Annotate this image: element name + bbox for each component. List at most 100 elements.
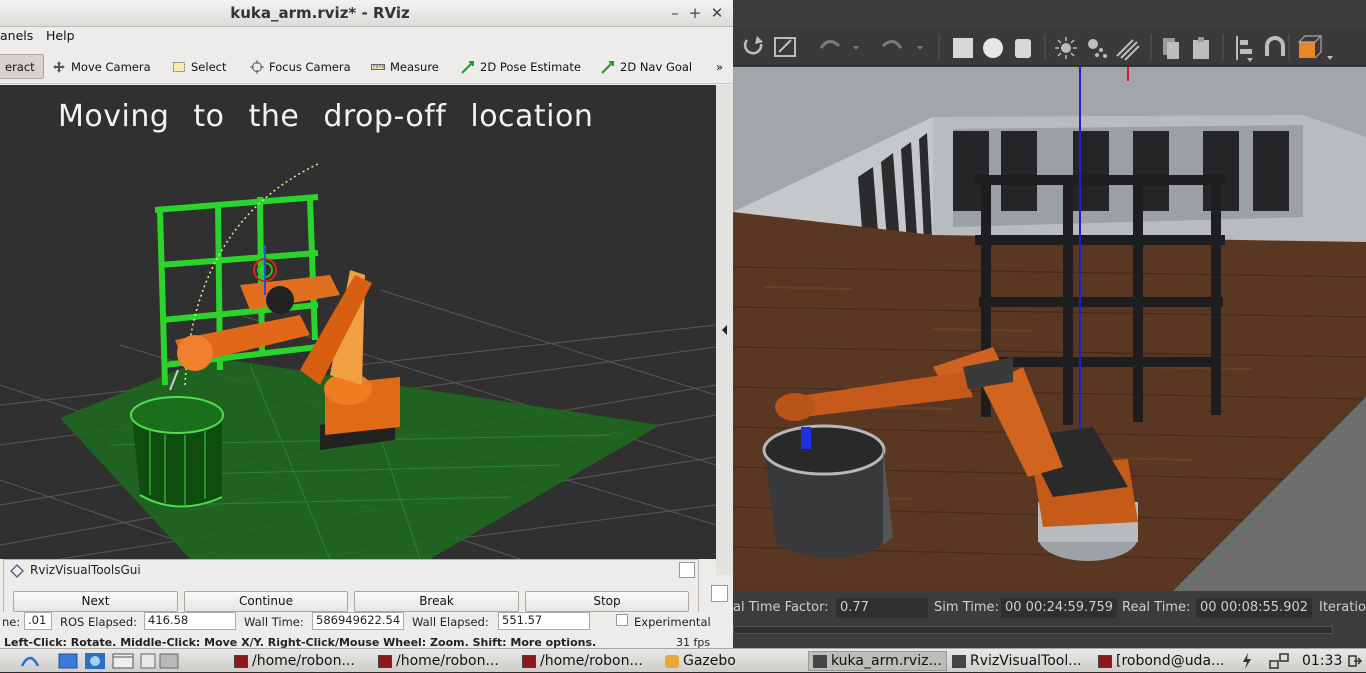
taskbar-item-gazebo[interactable]: Gazebo [665, 651, 736, 671]
tool-label: Measure [390, 59, 439, 74]
more-icon: » [716, 59, 724, 74]
gazebo-3d-scene[interactable] [733, 67, 1366, 591]
rtf-label: al Time Factor: [733, 600, 829, 615]
tool-2d-nav-goal[interactable]: 2D Nav Goal [595, 54, 698, 79]
taskbar-item-terminal-1[interactable]: /home/robon... [234, 651, 355, 671]
window-title: kuka_arm.rviz* - RViz [230, 4, 410, 22]
undo-icon [819, 40, 841, 49]
tool-measure[interactable]: Measure [365, 54, 445, 79]
magnet-icon [1265, 36, 1285, 56]
menu-panels[interactable]: anels [0, 28, 33, 43]
wall-time-field[interactable]: 586949622.54 [312, 612, 404, 630]
continue-button[interactable]: Continue [184, 591, 348, 612]
experimental-label: Experimental [634, 615, 711, 629]
gazebo-icon [665, 654, 679, 668]
panel-float-button[interactable] [679, 562, 695, 578]
tool-label: Select [191, 59, 227, 74]
gazebo-window: al Time Factor: 0.77 Sim Time: 00 00:24:… [733, 0, 1366, 648]
sphere-icon [983, 38, 1003, 58]
tool-label: 2D Nav Goal [620, 59, 693, 74]
launcher-icon[interactable] [140, 653, 180, 669]
pose-estimate-icon [461, 60, 475, 74]
terminal-icon [1098, 654, 1112, 668]
experimental-checkbox[interactable] [616, 614, 628, 626]
rotate-icon [743, 36, 763, 55]
scale-icon [774, 37, 796, 57]
panel-title: RvizVisualToolsGui [30, 563, 141, 577]
gazebo-top-strip [733, 0, 1366, 28]
rviz-status-bar: Left-Click: Rotate. Middle-Click: Move X… [0, 636, 733, 648]
rtf-field: 0.77 [836, 598, 928, 618]
rviz-toolbar: eract Move Camera Select Focus Camera Me… [0, 48, 733, 84]
measure-icon [371, 60, 385, 74]
ros-elapsed-field[interactable]: 416.58 [144, 612, 236, 630]
tool-interact[interactable]: eract [0, 54, 44, 79]
taskbar-label: RvizVisualTool... [970, 653, 1082, 669]
tool-label: 2D Pose Estimate [480, 59, 581, 74]
taskbar-label: Gazebo [683, 653, 736, 669]
point-light-icon [1055, 37, 1077, 59]
fps-counter: 31 fps [672, 636, 711, 648]
copy-icon [1163, 38, 1179, 59]
gazebo-toolbar [733, 28, 1366, 66]
close-icon[interactable]: ✕ [708, 4, 726, 22]
tool-move-camera[interactable]: Move Camera [46, 54, 157, 79]
taskbar-item-terminal-3[interactable]: /home/robon... [522, 651, 643, 671]
taskbar-item-terminal-2[interactable]: /home/robon... [378, 651, 499, 671]
taskbar-item-terminal-4[interactable]: [robond@uda... [1098, 651, 1224, 671]
taskbar-label: /home/robon... [396, 653, 499, 669]
spot-light-icon [1088, 39, 1107, 58]
rviz-icon [952, 654, 966, 668]
taskbar-item-rviz[interactable]: kuka_arm.rviz... [808, 651, 947, 671]
menu-help[interactable]: Help [46, 28, 75, 43]
view-angle-icon [1297, 35, 1333, 60]
mouse-hint-text: Left-Click: Rotate. Middle-Click: Move X… [4, 636, 597, 648]
ros-elapsed-label: ROS Elapsed: [60, 615, 138, 629]
next-button[interactable]: Next [13, 591, 178, 612]
iterations-label: Iteratio [1319, 600, 1366, 615]
panel-close-button[interactable] [711, 585, 728, 602]
window-icon[interactable] [112, 653, 134, 669]
maximize-icon[interactable]: + [686, 4, 704, 22]
cylinder-icon [1015, 39, 1031, 58]
start-menu-icon[interactable] [20, 652, 40, 670]
real-time-field: 00 00:08:55.902 [1196, 598, 1312, 618]
rviz-3d-viewport[interactable]: Moving to the drop-off location [0, 85, 716, 559]
logout-icon[interactable] [1346, 652, 1363, 670]
network-icon[interactable] [1268, 652, 1290, 670]
tool-select[interactable]: Select [166, 54, 232, 79]
wall-elapsed-label: Wall Elapsed: [412, 615, 489, 629]
power-icon[interactable] [1240, 652, 1254, 670]
real-time-label: Real Time: [1122, 600, 1191, 615]
tool-focus-camera[interactable]: Focus Camera [244, 54, 357, 79]
taskbar-item-rviz-visual-tools[interactable]: RvizVisualTool... [952, 651, 1082, 671]
box-icon [953, 38, 973, 58]
nav-goal-icon [601, 60, 615, 74]
time-field[interactable]: .01 [24, 612, 52, 630]
rviz-visual-tools-panel: RvizVisualToolsGui Next Continue Break S… [3, 559, 699, 615]
tool-label: Move Camera [71, 59, 151, 74]
taskbar: /home/robon... /home/robon... /home/robo… [0, 648, 1366, 672]
time-label: ne: [2, 615, 21, 629]
tool-label: Focus Camera [269, 59, 351, 74]
directional-light-icon [1116, 39, 1140, 61]
tool-2d-pose-estimate[interactable]: 2D Pose Estimate [455, 54, 587, 79]
gazebo-status-bar: al Time Factor: 0.77 Sim Time: 00 00:24:… [733, 592, 1366, 648]
rviz-titlebar[interactable]: kuka_arm.rviz* - RViz – + ✕ [0, 0, 733, 27]
taskbar-label: kuka_arm.rviz... [831, 653, 942, 669]
clock[interactable]: 01:33 [1302, 651, 1342, 671]
gazebo-scrollbar[interactable] [733, 626, 1333, 634]
panel-collapse-handle[interactable] [716, 85, 733, 575]
show-desktop-icon[interactable] [58, 653, 78, 669]
stop-button[interactable]: Stop [525, 591, 689, 612]
wall-elapsed-field[interactable]: 551.57 [498, 612, 590, 630]
toolbar-more-button[interactable]: » [710, 54, 729, 79]
terminal-icon [234, 654, 248, 668]
rviz-time-panel: ne: .01 ROS Elapsed: 416.58 Wall Time: 5… [0, 612, 733, 636]
minimize-icon[interactable]: – [666, 4, 684, 22]
tool-label: eract [5, 59, 35, 74]
file-manager-icon[interactable] [84, 652, 106, 670]
rviz-scene [0, 162, 716, 559]
terminal-icon [522, 654, 536, 668]
break-button[interactable]: Break [354, 591, 519, 612]
